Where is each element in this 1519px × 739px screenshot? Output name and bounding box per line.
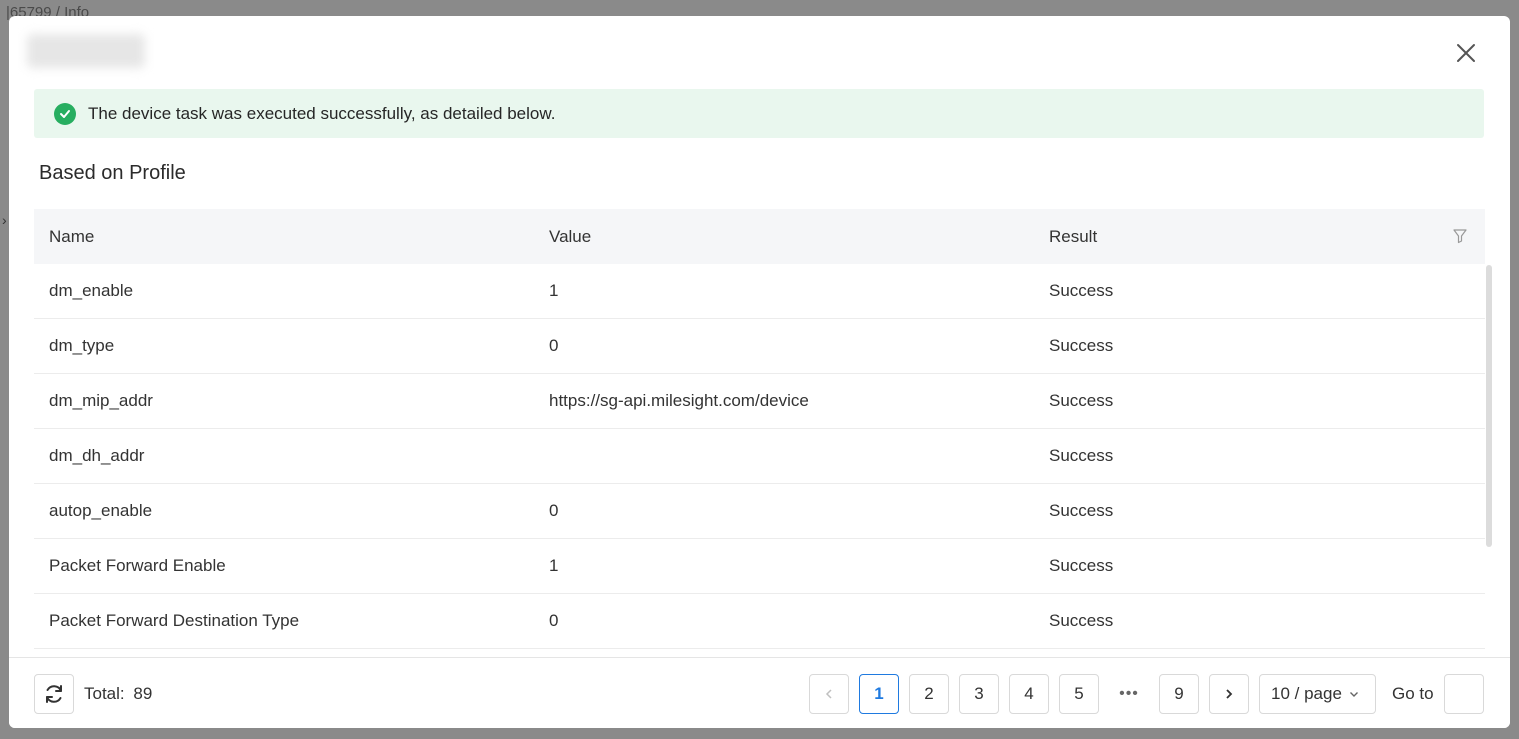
- close-button[interactable]: [1455, 42, 1477, 64]
- page-size-select[interactable]: 10 / page: [1259, 674, 1376, 714]
- background-edge-mark: ›: [2, 212, 7, 228]
- result-table: Name Value Result dm_enable 1 Success dm…: [34, 209, 1485, 649]
- cell-name: dm_type: [49, 336, 115, 355]
- total-count: Total: 89: [84, 684, 152, 704]
- cell-result: Success: [1049, 501, 1114, 520]
- chevron-right-icon: [1226, 689, 1233, 699]
- header-value: Value: [549, 226, 592, 246]
- success-alert: The device task was executed successfull…: [34, 89, 1484, 138]
- cell-name: dm_dh_addr: [49, 446, 145, 465]
- page-last-button[interactable]: 9: [1159, 674, 1199, 714]
- section-title: Based on Profile: [39, 162, 186, 184]
- cell-value: 0: [549, 611, 559, 630]
- task-result-modal: The device task was executed successfull…: [9, 16, 1510, 728]
- cell-name: autop_enable: [49, 501, 153, 520]
- table-row: autop_enable 0 Success: [34, 484, 1485, 539]
- alert-message: The device task was executed successfull…: [88, 103, 556, 123]
- table-scrollbar[interactable]: [1486, 265, 1492, 547]
- cell-value: 0: [549, 336, 559, 355]
- page-3-button[interactable]: 3: [959, 674, 999, 714]
- cell-result: Success: [1049, 391, 1114, 410]
- table-row: Packet Forward Enable 1 Success: [34, 539, 1485, 594]
- table-row: dm_enable 1 Success: [34, 264, 1485, 319]
- cell-value: https://sg-api.milesight.com/device: [549, 391, 809, 410]
- cell-name: dm_mip_addr: [49, 391, 153, 410]
- modal-title-blurred: [27, 34, 145, 68]
- chevron-down-icon: [1349, 692, 1358, 697]
- total-value: 89: [133, 684, 153, 703]
- page-1-button[interactable]: 1: [859, 674, 899, 714]
- page-2-button[interactable]: 2: [909, 674, 949, 714]
- prev-page-button[interactable]: [809, 674, 849, 714]
- refresh-button[interactable]: [34, 674, 74, 714]
- table-header: Name Value Result: [34, 209, 1485, 264]
- cell-result: Success: [1049, 556, 1114, 575]
- header-name: Name: [49, 226, 95, 246]
- page-ellipsis[interactable]: •••: [1109, 674, 1149, 714]
- cell-result: Success: [1049, 446, 1114, 465]
- cell-value: 0: [549, 501, 559, 520]
- table-row: dm_dh_addr Success: [34, 429, 1485, 484]
- page-4-button[interactable]: 4: [1009, 674, 1049, 714]
- table-row: dm_mip_addr https://sg-api.milesight.com…: [34, 374, 1485, 429]
- total-label: Total:: [84, 684, 125, 703]
- goto-page-input[interactable]: [1444, 674, 1484, 714]
- goto-label: Go to: [1392, 684, 1434, 703]
- table-footer: Total: 89 1 2 3 4 5 ••• 9 10 / page Go t…: [9, 657, 1510, 728]
- cell-result: Success: [1049, 611, 1114, 630]
- cell-name: dm_enable: [49, 281, 134, 300]
- cell-name: Packet Forward Enable: [49, 556, 226, 575]
- refresh-icon: [46, 685, 62, 703]
- table-row: dm_type 0 Success: [34, 319, 1485, 374]
- table-row: Packet Forward Destination Type 0 Succes…: [34, 594, 1485, 649]
- check-circle-icon: [54, 102, 76, 125]
- chevron-left-icon: [825, 689, 832, 699]
- page-size-value: 10 / page: [1271, 684, 1342, 703]
- cell-result: Success: [1049, 336, 1114, 355]
- cell-name: Packet Forward Destination Type: [49, 611, 300, 630]
- filter-icon[interactable]: [1452, 228, 1468, 244]
- page-5-button[interactable]: 5: [1059, 674, 1099, 714]
- cell-value: 1: [549, 556, 559, 575]
- close-icon: [1457, 44, 1475, 62]
- cell-value: 1: [549, 281, 559, 300]
- next-page-button[interactable]: [1209, 674, 1249, 714]
- cell-result: Success: [1049, 281, 1114, 300]
- header-result: Result: [1049, 226, 1098, 246]
